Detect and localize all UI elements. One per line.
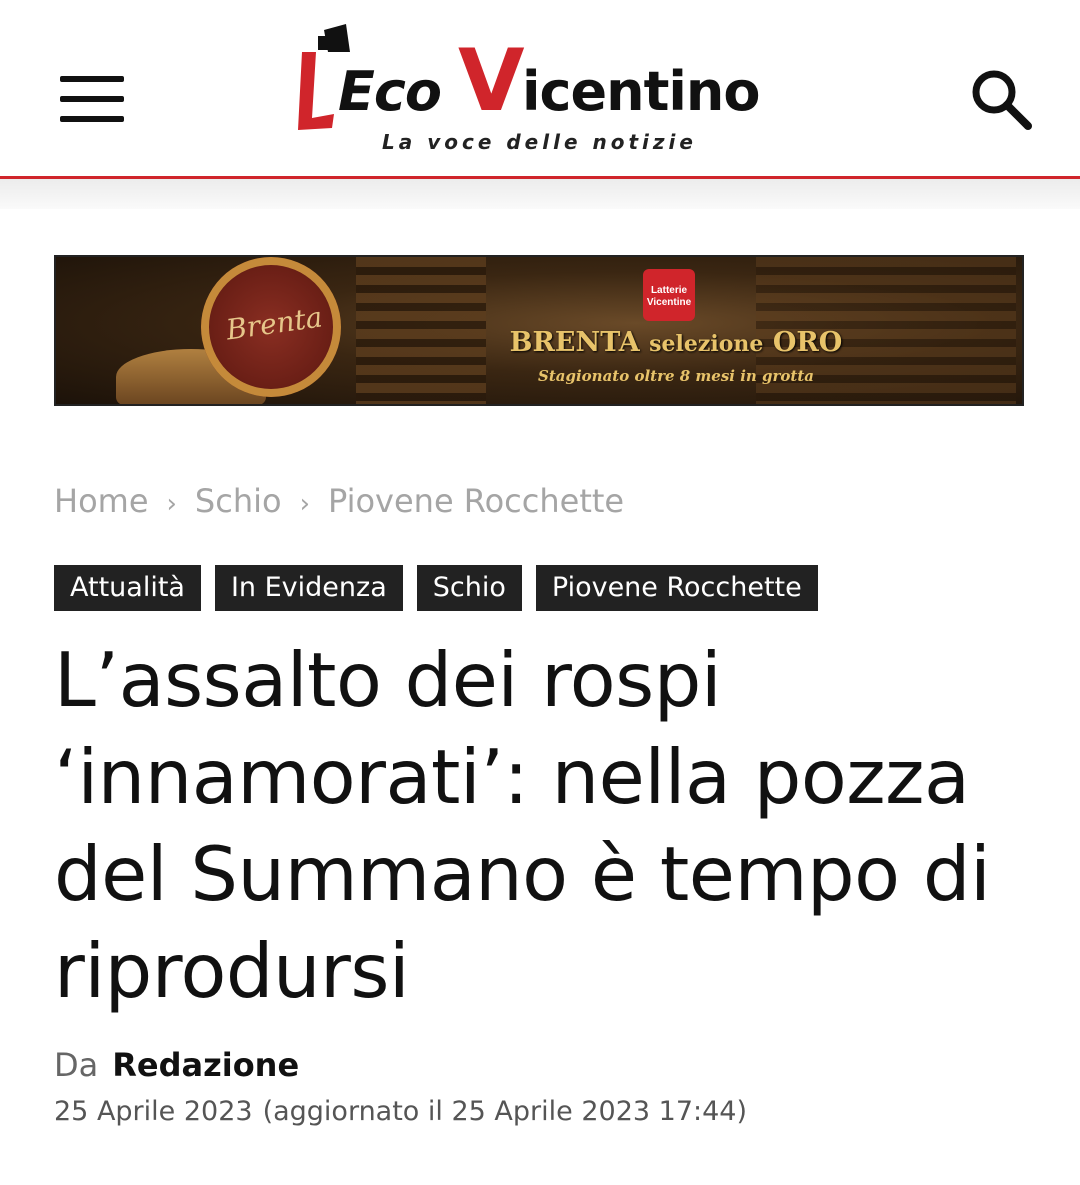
site-logo[interactable]: Eco V icentino La voce delle notizie [290, 22, 790, 162]
tag-attualita[interactable]: Attualità [54, 565, 201, 611]
site-header: Eco V icentino La voce delle notizie [0, 0, 1080, 176]
article-date: 25 Aprile 2023 (aggiornato il 25 Aprile 2… [54, 1096, 747, 1127]
article-author: Da Redazione [54, 1046, 299, 1084]
hamburger-menu-icon[interactable] [60, 76, 124, 124]
tag-schio[interactable]: Schio [416, 565, 522, 611]
ad-title-rest: selezione [649, 331, 764, 357]
article-title: L’assalto dei rospi ‘innamorati’: nella … [54, 636, 991, 1015]
ad-cellar-shelves [356, 257, 486, 404]
tag-piovene-rocchette[interactable]: Piovene Rocchette [535, 565, 818, 611]
menu-bar [60, 116, 124, 122]
menu-bar [60, 76, 124, 82]
breadcrumb-home[interactable]: Home [54, 482, 149, 520]
category-tags: Attualità In Evidenza Schio Piovene Rocc… [54, 565, 818, 611]
ad-banner[interactable]: Brenta Latterie Vicentine BRENTA selezio… [54, 255, 1024, 406]
author-prefix: Da [54, 1046, 99, 1084]
breadcrumb-schio[interactable]: Schio [195, 482, 282, 520]
breadcrumb-separator: › [166, 489, 177, 519]
tag-in-evidenza[interactable]: In Evidenza [214, 565, 403, 611]
menu-bar [60, 96, 124, 102]
breadcrumb-piovene-rocchette[interactable]: Piovene Rocchette [328, 482, 624, 520]
logo-eco-text: Eco [338, 60, 442, 123]
ad-title: BRENTA selezione ORO [496, 327, 856, 358]
ad-brand-logo: Latterie Vicentine [643, 269, 695, 321]
header-shadow [0, 179, 1080, 209]
author-name[interactable]: Redazione [112, 1046, 299, 1084]
logo-icentino-text: icentino [522, 60, 760, 123]
updated-date: (aggiornato il 25 Aprile 2023 17:44) [262, 1096, 747, 1127]
ad-title-end: ORO [772, 327, 843, 358]
breadcrumb-separator: › [299, 489, 310, 519]
publish-date: 25 Aprile 2023 [54, 1096, 253, 1127]
breadcrumb: Home › Schio › Piovene Rocchette [54, 482, 624, 520]
logo-tagline: La voce delle notizie [382, 130, 697, 154]
search-icon[interactable] [968, 66, 1034, 132]
ad-title-main: BRENTA [509, 327, 640, 358]
ad-subtitle: Stagionato oltre 8 mesi in grotta [538, 367, 814, 385]
logo-v-letter: V [458, 31, 525, 131]
